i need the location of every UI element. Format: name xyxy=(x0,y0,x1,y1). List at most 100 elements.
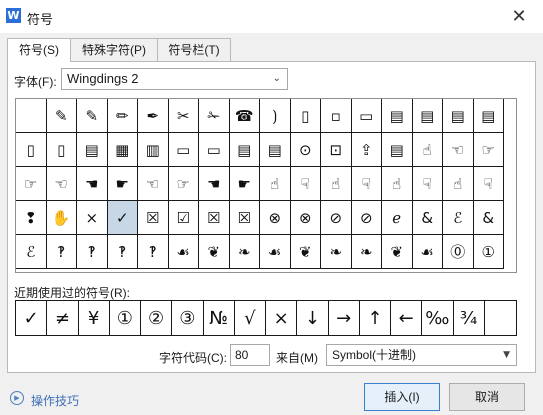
symbol-cell[interactable]: ▤ xyxy=(443,99,474,133)
symbol-cell[interactable]: ☙ xyxy=(168,235,199,269)
symbol-cell[interactable]: × xyxy=(77,201,108,235)
recent-symbol-cell[interactable]: № xyxy=(204,301,235,335)
symbol-cell[interactable]: ✎ xyxy=(46,99,77,133)
symbol-cell[interactable]: ✒ xyxy=(138,99,169,133)
symbol-cell[interactable]: ☜ xyxy=(46,167,77,201)
symbol-cell[interactable]: ☜ xyxy=(138,167,169,201)
symbol-cell[interactable]: ☞ xyxy=(16,167,47,201)
insert-button[interactable]: 插入(I) xyxy=(364,383,440,411)
symbol-cell[interactable]: ℰ xyxy=(443,201,474,235)
symbol-cell[interactable]: ☙ xyxy=(260,235,291,269)
symbol-cell[interactable]: ‽ xyxy=(107,235,138,269)
symbol-cell[interactable]: ☚ xyxy=(77,167,108,201)
recent-symbol-cell[interactable]: ¥ xyxy=(79,301,110,335)
symbol-cell[interactable]: ▭ xyxy=(168,133,199,167)
symbol-cell[interactable]: ❧ xyxy=(351,235,382,269)
symbol-cell[interactable]: ⊘ xyxy=(321,201,352,235)
symbol-cell[interactable]: ☝ xyxy=(382,167,413,201)
symbol-cell[interactable]: ▤ xyxy=(229,133,260,167)
symbol-cell[interactable]: ❦ xyxy=(290,235,321,269)
symbol-cell[interactable]: ☞ xyxy=(473,133,504,167)
symbol-cell[interactable]: ☝ xyxy=(443,167,474,201)
symbol-cell[interactable]: ‽ xyxy=(46,235,77,269)
symbol-cell[interactable]: ▤ xyxy=(260,133,291,167)
symbol-cell[interactable]: ☒ xyxy=(199,201,230,235)
symbol-cell[interactable]: ☛ xyxy=(107,167,138,201)
symbol-cell[interactable]: ☒ xyxy=(138,201,169,235)
recent-symbol-cell[interactable]: → xyxy=(329,301,360,335)
symbol-cell[interactable]: ▤ xyxy=(473,99,504,133)
symbol-cell[interactable] xyxy=(16,99,47,133)
recent-symbol-cell[interactable]: ↓ xyxy=(297,301,329,335)
recent-symbol-cell[interactable]: × xyxy=(266,301,298,335)
recent-symbol-cell[interactable]: ② xyxy=(141,301,173,335)
symbol-cell[interactable]: ✁ xyxy=(199,99,230,133)
symbol-cell[interactable]: ☟ xyxy=(351,167,382,201)
symbol-cell[interactable]: ☟ xyxy=(473,167,504,201)
symbol-cell[interactable]: ☑ xyxy=(168,201,199,235)
symbol-cell[interactable]: ❧ xyxy=(321,235,352,269)
tab-symbol-bar[interactable]: 符号栏(T) xyxy=(157,38,231,61)
symbol-cell[interactable]: ▥ xyxy=(138,133,169,167)
tips-link[interactable]: 操作技巧 xyxy=(31,392,79,409)
symbol-cell[interactable]: ✏ xyxy=(107,99,138,133)
symbol-cell[interactable]: ☟ xyxy=(412,167,443,201)
symbol-cell[interactable]: ☝ xyxy=(412,133,443,167)
recent-symbol-cell[interactable]: ‰ xyxy=(422,301,454,335)
symbol-cell[interactable]: ☝ xyxy=(260,167,291,201)
symbol-cell[interactable]: ☒ xyxy=(229,201,260,235)
symbol-cell[interactable]: ▦ xyxy=(107,133,138,167)
symbol-cell[interactable]: ▤ xyxy=(412,99,443,133)
symbol-cell[interactable]: ▭ xyxy=(199,133,230,167)
recent-symbol-cell[interactable]: ≠ xyxy=(47,301,79,335)
symbol-cell[interactable]: ‽ xyxy=(77,235,108,269)
symbol-cell[interactable]: ⊡ xyxy=(321,133,352,167)
font-dropdown[interactable]: Wingdings 2 ⌄ xyxy=(61,68,288,90)
symbol-cell[interactable]: ☟ xyxy=(290,167,321,201)
play-circle-icon[interactable]: ▶ xyxy=(10,391,24,405)
symbol-cell[interactable]: ✂ xyxy=(168,99,199,133)
recent-symbol-cell[interactable]: ↑ xyxy=(360,301,391,335)
symbol-cell[interactable]: ▯ xyxy=(290,99,321,133)
symbol-cell[interactable]: ▫ xyxy=(321,99,352,133)
recent-symbol-cell[interactable] xyxy=(485,301,516,335)
symbol-cell[interactable]: ℯ xyxy=(382,201,413,235)
recent-symbol-cell[interactable]: ③ xyxy=(172,301,204,335)
symbol-cell[interactable]: ▤ xyxy=(77,133,108,167)
recent-symbol-cell[interactable]: ¾ xyxy=(454,301,485,335)
symbol-cell[interactable]: ❦ xyxy=(199,235,230,269)
symbol-cell[interactable]: ▤ xyxy=(382,133,413,167)
symbol-cell[interactable]: ‽ xyxy=(138,235,169,269)
symbol-cell[interactable]: ⊗ xyxy=(260,201,291,235)
symbol-cell[interactable]: ☛ xyxy=(229,167,260,201)
recent-symbol-cell[interactable]: ✓ xyxy=(16,301,48,335)
symbol-cell[interactable]: ⊘ xyxy=(351,201,382,235)
tab-special-characters[interactable]: 特殊字符(P) xyxy=(70,38,158,61)
close-button[interactable]: ✕ xyxy=(505,4,533,30)
symbol-cell[interactable]: & xyxy=(473,201,504,235)
symbol-cell[interactable]: ⓪ xyxy=(443,235,474,269)
symbol-cell[interactable]: ☎ xyxy=(229,99,260,133)
symbol-grid-scrollbar[interactable]: ▲ ▼ xyxy=(516,99,517,272)
char-code-input[interactable]: 80 xyxy=(230,344,270,366)
symbol-cell[interactable]: ❧ xyxy=(229,235,260,269)
symbol-cell[interactable]: ⇪ xyxy=(351,133,382,167)
symbol-cell[interactable]: ⊙ xyxy=(290,133,321,167)
symbol-cell[interactable]: ☚ xyxy=(199,167,230,201)
symbol-cell[interactable]: ☞ xyxy=(168,167,199,201)
symbol-cell[interactable]: ☙ xyxy=(412,235,443,269)
recent-symbol-cell[interactable]: √ xyxy=(235,301,266,335)
symbol-cell[interactable]: ✓ xyxy=(107,201,138,235)
recent-symbol-cell[interactable]: ① xyxy=(110,301,141,335)
cancel-button[interactable]: 取消 xyxy=(449,383,525,411)
symbol-cell[interactable]: ❦ xyxy=(382,235,413,269)
symbol-cell[interactable]: ▯ xyxy=(16,133,47,167)
symbol-cell[interactable]: ☜ xyxy=(443,133,474,167)
symbol-cell[interactable]: ⊗ xyxy=(290,201,321,235)
symbol-cell[interactable]: ✎ xyxy=(77,99,108,133)
symbol-cell[interactable]: ℰ xyxy=(16,235,47,269)
symbol-cell[interactable]: ① xyxy=(473,235,504,269)
from-dropdown[interactable]: Symbol(十进制) ▼ xyxy=(326,344,517,366)
symbol-cell[interactable]: ❢ xyxy=(16,201,47,235)
symbol-cell[interactable]: ✋ xyxy=(46,201,77,235)
